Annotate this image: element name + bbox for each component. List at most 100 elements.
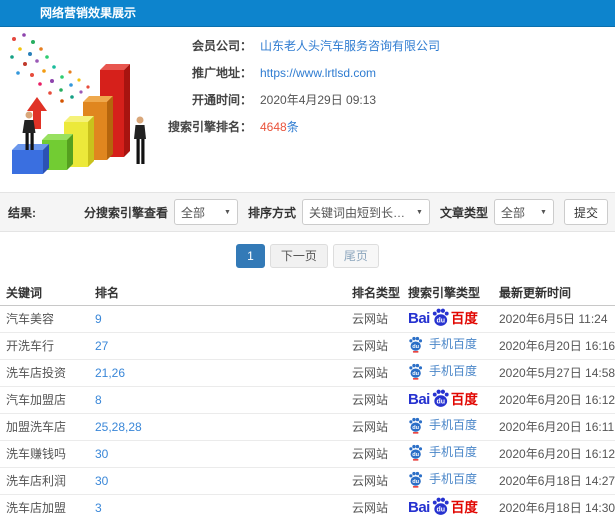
- keyword-cell: 洗车店投资: [0, 359, 90, 387]
- pagination: 1 下一页 尾页: [0, 232, 615, 280]
- filter-controls: 分搜索引擎查看 全部 ▼ 排序方式 关键词由短到长排序 ▼ 文章类型 全部 ▼ …: [74, 199, 608, 225]
- engine-cell: du 手机百度: [400, 440, 495, 468]
- keyword-cell: 加盟洗车店: [0, 413, 90, 441]
- updated-cell: 2020年6月20日 16:16: [495, 332, 615, 360]
- engine-view-select[interactable]: 全部 ▼: [173, 199, 238, 225]
- rank-link[interactable]: 30: [95, 447, 108, 461]
- updated-cell: 2020年6月5日 11:24: [495, 305, 615, 333]
- member-info-fields: 会员公司： 山东老人头汽车服务咨询有限公司 推广地址： https://www.…: [162, 27, 615, 192]
- rank-link[interactable]: 30: [95, 474, 108, 488]
- growth-chart-graphic: [10, 33, 146, 174]
- col-header-updated: 最新更新时间: [495, 280, 615, 306]
- rank-type-cell: 云网站: [345, 467, 400, 495]
- company-name-link[interactable]: 山东老人头汽车服务咨询有限公司: [260, 37, 440, 54]
- keyword-cell: 洗车店利润: [0, 467, 90, 495]
- keyword-cell: 洗车赚钱吗: [0, 440, 90, 468]
- chevron-down-icon: ▼: [416, 208, 423, 216]
- baidu-mobile-label: 手机百度: [429, 418, 478, 432]
- last-page-button[interactable]: 尾页: [332, 244, 379, 268]
- engine-cell: du 手机百度: [400, 332, 495, 360]
- page-button-current[interactable]: 1: [236, 244, 265, 268]
- baidu-mobile-label: 手机百度: [429, 364, 478, 378]
- keyword-cell: 开洗车行: [0, 332, 90, 360]
- ranking-count-unit: 条: [286, 120, 299, 134]
- rank-link[interactable]: 27: [95, 339, 108, 353]
- promo-url-link[interactable]: https://www.lrtlsd.com: [260, 66, 376, 80]
- engine-view-label: 分搜索引擎查看: [83, 205, 168, 220]
- keyword-cell: 洗车店加盟: [0, 494, 90, 520]
- svg-text:du: du: [412, 452, 419, 458]
- svg-text:du: du: [436, 398, 445, 405]
- table-row: 开洗车行 27 云网站 du 手机百度 2020年6月20日 16:16: [0, 332, 615, 360]
- rank-link[interactable]: 25,28,28: [95, 420, 142, 434]
- engine-cell: Bai du 百度: [400, 305, 495, 333]
- col-header-rank-type: 排名类型: [345, 280, 400, 306]
- rank-type-cell: 云网站: [345, 332, 400, 360]
- svg-text:du: du: [412, 425, 419, 431]
- submit-button[interactable]: 提交: [563, 199, 608, 225]
- info-row-ranking-count: 搜索引擎排名： 4648条: [162, 113, 615, 140]
- baidu-mobile-logo: du 手机百度: [408, 470, 477, 488]
- rank-cell: 30: [90, 440, 345, 468]
- svg-text:du: du: [436, 317, 445, 324]
- engine-cell: du 手机百度: [400, 467, 495, 495]
- baidu-mobile-label: 手机百度: [429, 337, 478, 351]
- next-page-button[interactable]: 下一页: [269, 244, 328, 268]
- baidu-mobile-logo: du 手机百度: [408, 443, 477, 461]
- baidu-paw-icon: du: [409, 363, 423, 380]
- baidu-mobile-label: 手机百度: [429, 445, 478, 459]
- rank-type-cell: 云网站: [345, 440, 400, 468]
- info-row-company: 会员公司： 山东老人头汽车服务咨询有限公司: [162, 32, 615, 59]
- rank-cell: 25,28,28: [90, 413, 345, 441]
- sort-label: 排序方式: [247, 205, 296, 220]
- chevron-down-icon: ▼: [224, 208, 231, 216]
- baidu-mobile-label: 手机百度: [429, 472, 478, 486]
- bar-chart-illustration: [0, 27, 162, 189]
- ranking-count-label: 搜索引擎排名：: [167, 120, 252, 134]
- article-type-label: 文章类型: [439, 205, 488, 220]
- rank-cell: 21,26: [90, 359, 345, 387]
- baidu-paw-icon: du: [432, 308, 449, 326]
- article-type-select[interactable]: 全部 ▼: [493, 199, 554, 225]
- rank-type-cell: 云网站: [345, 494, 400, 520]
- rank-link[interactable]: 3: [95, 501, 102, 515]
- baidu-paw-icon: du: [409, 417, 423, 434]
- svg-text:du: du: [412, 371, 419, 377]
- info-row-url: 推广地址： https://www.lrtlsd.com: [162, 59, 615, 86]
- company-label: 会员公司：: [191, 39, 252, 53]
- rank-link[interactable]: 8: [95, 393, 102, 407]
- updated-cell: 2020年6月18日 14:30: [495, 494, 615, 520]
- sort-select[interactable]: 关键词由短到长排序 ▼: [301, 199, 430, 225]
- page-title: 网络营销效果展示: [40, 6, 137, 20]
- table-row: 洗车赚钱吗 30 云网站 du 手机百度 2020年6月20日 16:12: [0, 440, 615, 468]
- baidu-mobile-logo: du 手机百度: [408, 335, 477, 353]
- promo-url-label: 推广地址：: [191, 66, 252, 80]
- baidu-mobile-logo: du 手机百度: [408, 416, 477, 434]
- updated-cell: 2020年6月20日 16:12: [495, 440, 615, 468]
- open-time-value: 2020年4月29日 09:13: [260, 93, 377, 107]
- results-table-body: 汽车美容 9 云网站 Bai du 百度 2020年6月5日 11:24 开洗车行 27 云网站 d…: [0, 305, 615, 520]
- baidu-mobile-logo: du 手机百度: [408, 362, 477, 380]
- baidu-pc-logo: Bai du 百度: [408, 388, 478, 412]
- baidu-logo-cn-text: 百度: [450, 499, 478, 515]
- rank-cell: 27: [90, 332, 345, 360]
- svg-text:du: du: [412, 479, 419, 485]
- filter-bar: 结果: 分搜索引擎查看 全部 ▼ 排序方式 关键词由短到长排序 ▼ 文章类型 全…: [0, 192, 615, 232]
- rank-type-cell: 云网站: [345, 305, 400, 333]
- rank-type-cell: 云网站: [345, 359, 400, 387]
- engine-cell: du 手机百度: [400, 359, 495, 387]
- table-row: 洗车店加盟 3 云网站 Bai du 百度 2020年6月18日 14:30: [0, 494, 615, 520]
- rank-cell: 3: [90, 494, 345, 520]
- baidu-paw-icon: du: [409, 336, 423, 353]
- ranking-count-number: 4648: [260, 120, 287, 134]
- baidu-pc-logo: Bai du 百度: [408, 307, 478, 331]
- baidu-paw-icon: du: [432, 389, 449, 407]
- baidu-logo-cn-text: 百度: [450, 391, 478, 407]
- ranking-count-link[interactable]: 4648条: [260, 118, 299, 135]
- rank-link[interactable]: 21,26: [95, 366, 125, 380]
- baidu-pc-logo: Bai du 百度: [408, 496, 478, 520]
- rank-link[interactable]: 9: [95, 312, 102, 326]
- baidu-paw-icon: du: [409, 471, 423, 488]
- rank-type-cell: 云网站: [345, 386, 400, 414]
- table-row: 汽车加盟店 8 云网站 Bai du 百度 2020年6月20日 16:12: [0, 386, 615, 414]
